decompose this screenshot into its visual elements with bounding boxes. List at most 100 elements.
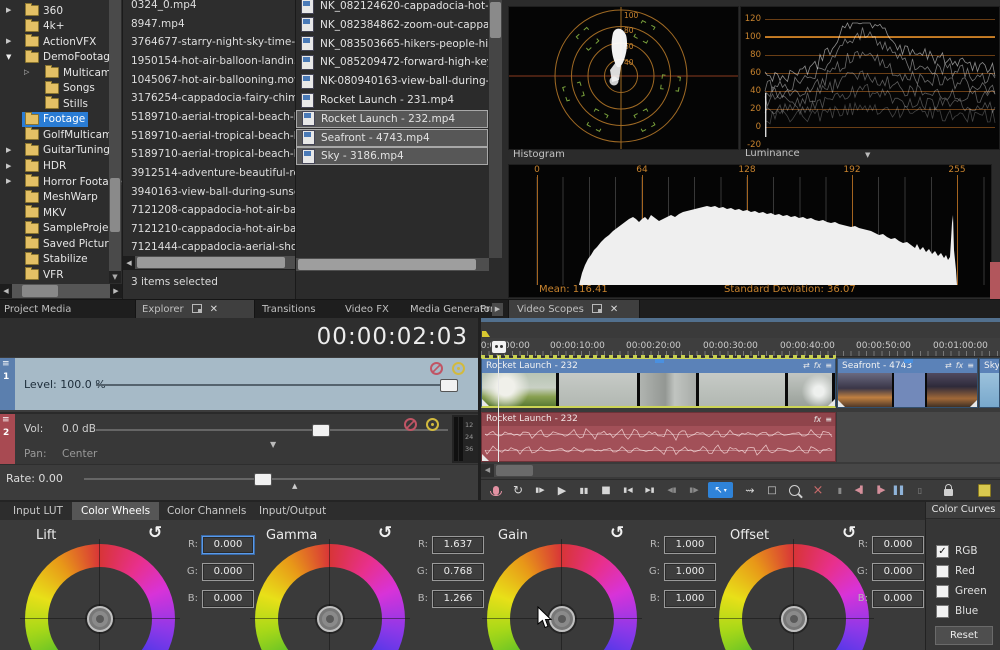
audio-track-tab[interactable]: ≡ 2: [0, 414, 15, 464]
previous-frame-icon[interactable]: ◀▮: [662, 481, 682, 499]
chevron-down-icon[interactable]: ▾: [724, 487, 727, 494]
audio-track-header[interactable]: ≡ 2 Vol: 0.0 dB ▼ Pan: Center 12 24 36: [0, 412, 478, 464]
stop-icon[interactable]: ■: [596, 481, 616, 499]
tree-item-row[interactable]: Stills: [42, 96, 91, 111]
selection-edit-tool-icon[interactable]: □: [762, 481, 782, 499]
tree-item[interactable]: MKV: [0, 205, 122, 220]
checkbox[interactable]: [936, 585, 949, 598]
loop-region-bar[interactable]: [481, 355, 836, 358]
curve-channel-red[interactable]: Red: [936, 564, 975, 578]
scrollbar-thumb[interactable]: [137, 257, 285, 268]
solo-icon[interactable]: [426, 418, 439, 431]
fade-out-icon[interactable]: ▐▶: [870, 481, 890, 499]
reset-icon[interactable]: ↺: [148, 523, 162, 543]
dock-icon[interactable]: [192, 304, 202, 313]
file-list-item[interactable]: 3912514-adventure-beautiful-ro...: [123, 164, 296, 182]
file-list-horizontal-scrollbar[interactable]: ◀: [123, 256, 295, 269]
scrollbar-thumb[interactable]: [490, 2, 501, 38]
media-list-horizontal-scrollbar[interactable]: [296, 258, 489, 271]
level-slider[interactable]: [96, 384, 448, 386]
tab-scroll-right-icon[interactable]: ▶: [492, 303, 503, 316]
tree-item[interactable]: ▶HDR: [0, 159, 122, 174]
media-list-item[interactable]: NK_083503665-hikers-people-hiking-h...: [296, 35, 488, 53]
tree-item[interactable]: ▶ActionVFX: [0, 34, 122, 49]
checkbox[interactable]: [936, 605, 949, 618]
tree-item-row[interactable]: GuitarTuningP: [22, 143, 119, 158]
wheel-puck[interactable]: [87, 606, 113, 632]
video-clip-seafront[interactable]: Seafront - 4743 ⇄fx≡: [837, 358, 978, 408]
close-icon[interactable]: ✕: [610, 300, 618, 319]
file-list-item[interactable]: 7121210-cappadocia-hot-air-bal...: [123, 220, 296, 238]
tree-item[interactable]: ▷ Multicam: [0, 65, 122, 80]
wheel-puck[interactable]: [317, 606, 343, 632]
media-list-item[interactable]: Rocket Launch - 232.mp4: [296, 110, 488, 128]
close-icon[interactable]: ✕: [210, 300, 218, 319]
go-to-end-icon[interactable]: ▶▮: [640, 481, 660, 499]
tree-item-row[interactable]: VFR: [22, 267, 67, 282]
clip-icons[interactable]: ⇄fx≡: [799, 359, 832, 373]
scrollbar-thumb[interactable]: [22, 285, 58, 297]
curves-reset-button[interactable]: Reset: [935, 626, 993, 645]
clip-drag-handle[interactable]: [904, 359, 913, 363]
timeline-horizontal-scrollbar[interactable]: ◀: [481, 464, 1000, 477]
hue-ring[interactable]: [487, 544, 637, 650]
scrollbar-thumb[interactable]: [496, 465, 533, 476]
solo-icon[interactable]: [452, 362, 465, 375]
file-list-item[interactable]: 7121208-cappadocia-hot-air-bal...: [123, 201, 296, 219]
tree-item-row[interactable]: Songs: [42, 81, 98, 96]
fade-handle[interactable]: [482, 399, 489, 406]
tree-item[interactable]: Footage: [0, 112, 122, 127]
tree-expand-icon[interactable]: ▶: [6, 37, 11, 46]
tree-item[interactable]: Saved Pictures: [0, 236, 122, 251]
tree-expand-icon[interactable]: ▷: [24, 68, 29, 77]
tree-item[interactable]: 4k+: [0, 19, 122, 34]
mute-icon[interactable]: [404, 418, 417, 431]
record-microphone-icon[interactable]: [486, 481, 506, 499]
reset-icon[interactable]: ↺: [610, 523, 624, 543]
tab-transitions[interactable]: Transitions: [262, 300, 316, 319]
fade-handle[interactable]: [838, 400, 845, 407]
hue-ring[interactable]: [255, 544, 405, 650]
go-to-start-icon[interactable]: ▮◀: [618, 481, 638, 499]
file-list-item[interactable]: 1045067-hot-air-ballooning.mov: [123, 71, 296, 89]
fade-handle[interactable]: [828, 399, 835, 406]
scrollbar-thumb[interactable]: [110, 178, 120, 232]
loop-playback-icon[interactable]: ↻: [508, 481, 528, 499]
lock-icon[interactable]: [938, 481, 958, 499]
file-list-item[interactable]: 8947.mp4: [123, 15, 296, 33]
video-track-header[interactable]: ≡ 1 Level: 100.0 %: [0, 358, 478, 410]
tree-item-row[interactable]: GolfMulticam: [22, 127, 115, 142]
tree-item[interactable]: MeshWarp: [0, 190, 122, 205]
tree-expand-icon[interactable]: ▶: [6, 146, 11, 155]
play-icon[interactable]: ▶: [552, 481, 572, 499]
scrollbar-thumb[interactable]: [298, 259, 476, 270]
envelope-edit-tool-icon[interactable]: ⇝: [740, 481, 760, 499]
clip-icons[interactable]: fx≡: [810, 413, 832, 426]
checkbox[interactable]: [936, 565, 949, 578]
tree-expand-icon[interactable]: ▼: [6, 53, 11, 62]
media-list-item[interactable]: Rocket Launch - 231.mp4: [296, 91, 488, 109]
tree-item-row[interactable]: Stabilize: [22, 252, 91, 267]
file-list-item[interactable]: 3176254-cappadocia-fairy-chim...: [123, 89, 296, 107]
file-list-item[interactable]: 3940163-view-ball-during-sunse...: [123, 183, 296, 201]
media-list-item[interactable]: Seafront - 4743.mp4: [296, 129, 488, 147]
media-list-item[interactable]: Sky - 3186.mp4: [296, 147, 488, 165]
play-from-start-icon[interactable]: ▮▶: [530, 481, 550, 499]
tree-item-row[interactable]: HDR: [22, 159, 69, 174]
scroll-left-icon[interactable]: ◀: [123, 256, 135, 270]
empty-audio-track[interactable]: [837, 412, 1000, 462]
scroll-left-icon[interactable]: ◀: [481, 464, 494, 477]
tree-item[interactable]: GolfMulticam: [0, 127, 122, 142]
tree-item-row[interactable]: MKV: [22, 205, 69, 220]
file-list-item[interactable]: 3764677-starry-night-sky-time-l...: [123, 33, 296, 51]
media-list-item[interactable]: NK_085209472-forward-high-key-aeria...: [296, 53, 488, 71]
media-list-vertical-scrollbar[interactable]: [489, 0, 502, 258]
tab-truncated[interactable]: Pr: [480, 300, 491, 319]
pause-icon[interactable]: ▮▮: [574, 481, 594, 499]
tree-horizontal-scrollbar[interactable]: ◀ ▶: [0, 284, 122, 298]
rate-slider-handle[interactable]: [254, 473, 272, 486]
snap-toggle-icon[interactable]: ▮: [830, 481, 850, 499]
tree-item-row[interactable]: Multicam: [42, 65, 114, 80]
file-list-item[interactable]: 0324_0.mp4: [123, 0, 296, 14]
tree-expand-icon[interactable]: ▶: [6, 6, 11, 15]
